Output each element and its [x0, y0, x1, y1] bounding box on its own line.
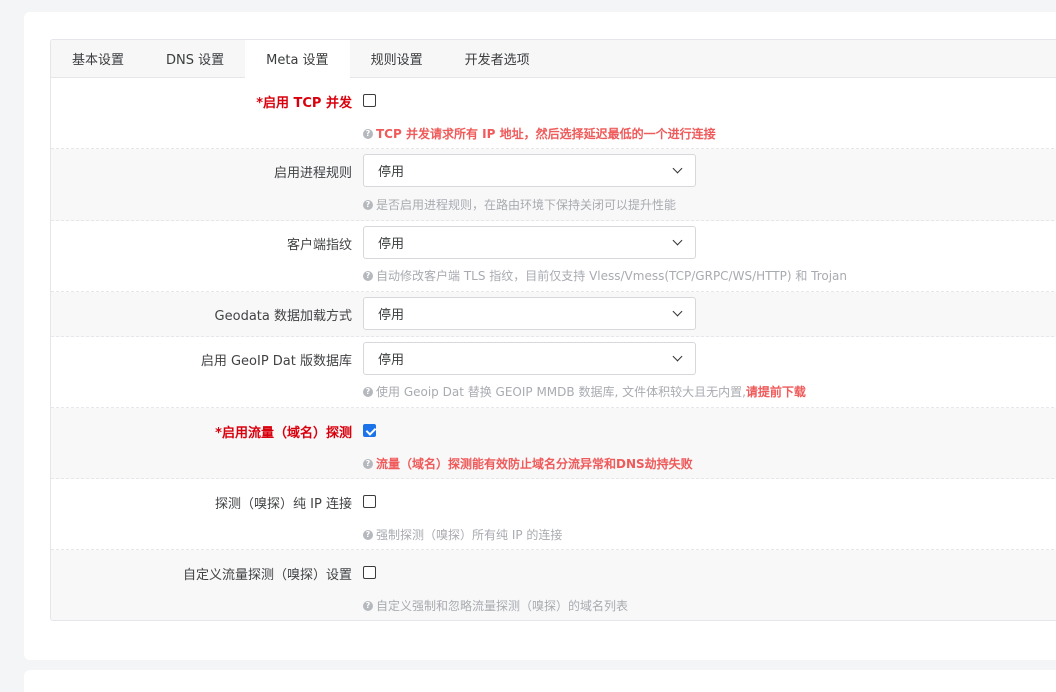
download-notice: 请提前下载 [745, 385, 806, 399]
settings-panel: 基本设置 DNS 设置 Meta 设置 规则设置 开发者选项 启用 TCP 并发… [50, 39, 1056, 621]
client-fingerprint-label: 客户端指纹 [286, 238, 352, 253]
row-custom-sniffer: 自定义流量探测（嗅探）设置 ? 自定义强制和忽略流量探测（嗅探）的域名列表 [51, 550, 1056, 620]
tab-rules[interactable]: 规则设置 [350, 40, 444, 77]
row-tcp-concurrent: 启用 TCP 并发 ? TCP 并发请求所有 IP 地址，然后选择延迟最低的一个… [51, 78, 1056, 149]
sniffer-help: ? 流量（域名）探测能有效防止域名分流异常和DNS劫持失败 [363, 455, 693, 472]
row-client-fingerprint: 客户端指纹 停用 ? 自动修改客户端 TLS 指纹，目前仅支持 Vless/Vm… [51, 221, 1056, 292]
sniffer-checkbox[interactable] [363, 424, 376, 437]
tab-developer[interactable]: 开发者选项 [444, 40, 551, 77]
process-rules-help: ? 是否启用进程规则，在路由环境下保持关闭可以提升性能 [363, 196, 676, 213]
tcp-concurrent-label: 启用 TCP 并发 [256, 92, 352, 111]
sniffer-label: 启用流量（域名）探测 [215, 422, 352, 441]
row-sniff-pure-ip: 探测（嗅探）纯 IP 连接 ? 强制探测（嗅探）所有纯 IP 的连接 [51, 479, 1056, 550]
chevron-down-icon [672, 306, 683, 317]
tab-dns[interactable]: DNS 设置 [145, 40, 245, 77]
question-circle-icon: ? [363, 386, 373, 397]
geoip-dat-label: 启用 GeoIP Dat 版数据库 [200, 354, 352, 369]
custom-sniffer-checkbox[interactable] [363, 566, 376, 579]
client-fingerprint-select[interactable]: 停用 [363, 226, 696, 259]
question-circle-icon: ? [363, 199, 373, 210]
tab-meta[interactable]: Meta 设置 [245, 40, 350, 78]
chevron-down-icon [672, 163, 683, 174]
geoip-dat-help: ? 使用 Geoip Dat 替换 GEOIP MMDB 数据库, 文件体积较大… [363, 383, 806, 400]
custom-sniffer-help: ? 自定义强制和忽略流量探测（嗅探）的域名列表 [363, 597, 628, 614]
question-circle-icon: ? [363, 600, 373, 611]
row-sniffer: 启用流量（域名）探测 ? 流量（域名）探测能有效防止域名分流异常和DNS劫持失败 [51, 408, 1056, 479]
sniff-pure-ip-checkbox[interactable] [363, 495, 376, 508]
tab-bar: 基本设置 DNS 设置 Meta 设置 规则设置 开发者选项 [51, 40, 1056, 78]
process-rules-label: 启用进程规则 [273, 166, 352, 181]
geodata-loader-label: Geodata 数据加载方式 [214, 309, 352, 324]
question-circle-icon: ? [363, 529, 373, 540]
geodata-loader-select[interactable]: 停用 [363, 297, 696, 330]
chevron-down-icon [672, 351, 683, 362]
sniff-pure-ip-help: ? 强制探测（嗅探）所有纯 IP 的连接 [363, 526, 562, 543]
row-geoip-dat: 启用 GeoIP Dat 版数据库 停用 ? 使用 Geoip Dat 替换 G… [51, 337, 1056, 408]
chevron-down-icon [672, 235, 683, 246]
geoip-dat-select[interactable]: 停用 [363, 342, 696, 375]
row-process-rules: 启用进程规则 停用 ? 是否启用进程规则，在路由环境下保持关闭可以提升性能 [51, 149, 1056, 221]
row-geodata-loader: Geodata 数据加载方式 停用 [51, 292, 1056, 337]
question-circle-icon: ? [363, 128, 373, 139]
process-rules-select[interactable]: 停用 [363, 154, 696, 187]
question-circle-icon: ? [363, 270, 373, 281]
client-fingerprint-help: ? 自动修改客户端 TLS 指纹，目前仅支持 Vless/Vmess(TCP/G… [363, 267, 847, 284]
custom-sniffer-label: 自定义流量探测（嗅探）设置 [182, 568, 352, 583]
tcp-concurrent-checkbox[interactable] [363, 94, 376, 107]
question-circle-icon: ? [363, 458, 373, 469]
next-card [24, 670, 1056, 692]
tcp-concurrent-help: ? TCP 并发请求所有 IP 地址，然后选择延迟最低的一个进行连接 [363, 125, 716, 142]
sniff-pure-ip-label: 探测（嗅探）纯 IP 连接 [215, 497, 352, 512]
tab-basic[interactable]: 基本设置 [51, 40, 145, 77]
